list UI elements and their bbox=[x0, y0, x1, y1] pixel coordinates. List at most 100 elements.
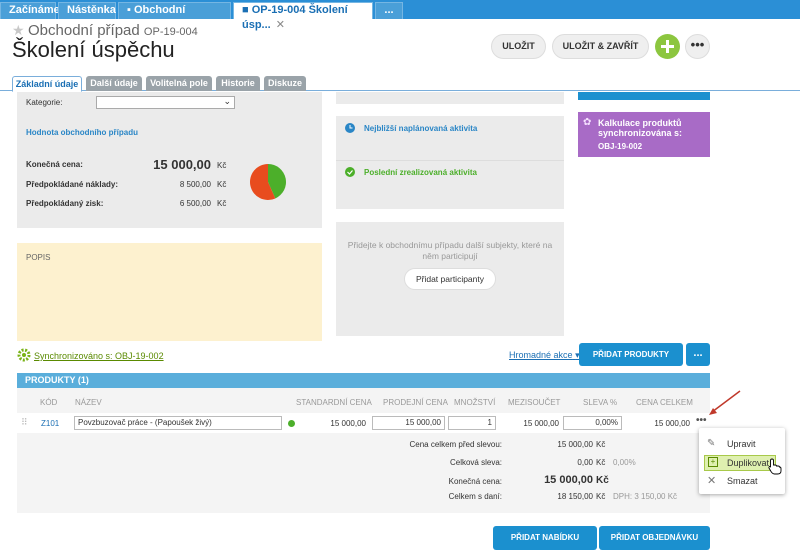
quantity-input[interactable]: 1 bbox=[448, 416, 496, 430]
last-activity-link[interactable]: Poslední zrealizovaná aktivita bbox=[364, 168, 477, 177]
add-offer-button[interactable]: PŘIDAT NABÍDKU bbox=[493, 526, 597, 550]
tab-volitelna-pole[interactable]: Volitelná pole bbox=[146, 76, 212, 91]
costs-profit-pie bbox=[250, 164, 286, 200]
chevron-down-icon: ⌄ bbox=[223, 96, 231, 106]
menu-edit[interactable]: Upravit bbox=[727, 436, 756, 452]
close-icon[interactable]: ✕ bbox=[276, 19, 285, 31]
next-activity-link[interactable]: Nejbližší naplánovaná aktivita bbox=[364, 124, 477, 133]
tab-diskuze[interactable]: Diskuze bbox=[264, 76, 306, 91]
page-title: Školení úspěchu bbox=[12, 37, 175, 62]
tab-historie[interactable]: Historie bbox=[216, 76, 260, 91]
activity-panel: Nejbližší naplánovaná aktivita Poslední … bbox=[336, 116, 564, 209]
plus-icon bbox=[661, 40, 674, 53]
participants-hint: Přidejte k obchodnímu případu další subj… bbox=[347, 240, 553, 261]
expected-profit-label: Předpokládaný zisk: bbox=[26, 199, 104, 208]
currency-label: Kč bbox=[596, 458, 606, 467]
sync-box-code: OBJ-19-002 bbox=[598, 142, 643, 151]
sync-box-title: Kalkulace produktů synchronizována s: bbox=[598, 118, 683, 138]
menu-duplicate[interactable]: Duplikovat bbox=[727, 455, 769, 471]
with-tax-value: 18 150,00 bbox=[557, 492, 593, 501]
col-quantity: MNOŽSTVÍ bbox=[454, 398, 496, 407]
value-heading: Hodnota obchodního případu bbox=[26, 128, 138, 137]
currency-label: Kč bbox=[596, 492, 606, 501]
final-value: 15 000,00 bbox=[544, 474, 593, 486]
more-products-button[interactable]: ... bbox=[686, 343, 710, 366]
bulk-actions-link[interactable]: Hromadné akce ▾ bbox=[509, 350, 580, 361]
tab-dalsi-udaje[interactable]: Další údaje bbox=[86, 76, 142, 91]
folder-icon: ▪ bbox=[127, 4, 131, 16]
col-standard-price: STANDARDNÍ CENA bbox=[296, 398, 372, 407]
sale-price-input[interactable]: 15 000,00 bbox=[372, 416, 445, 430]
pencil-icon: ✎ bbox=[707, 438, 716, 449]
col-subtotal: MEZISOUČET bbox=[508, 398, 561, 407]
clock-icon bbox=[345, 123, 355, 133]
category-label: Kategorie: bbox=[26, 98, 63, 107]
total-discount-value: 0,00 bbox=[577, 458, 593, 467]
annotation-arrow-icon bbox=[709, 390, 741, 415]
sync-link[interactable]: Synchronizováno s: OBJ-19-002 bbox=[34, 351, 164, 361]
ellipsis-icon: ••• bbox=[690, 37, 705, 52]
participants-panel: Přidejte k obchodnímu případu další subj… bbox=[336, 222, 564, 336]
expected-profit-value: 6 500,00 bbox=[179, 199, 211, 208]
check-icon bbox=[345, 167, 355, 177]
currency-label: Kč bbox=[217, 180, 227, 189]
vat-value: DPH: 3 150,00 Kč bbox=[613, 492, 678, 501]
total-value: 15 000,00 bbox=[654, 419, 690, 428]
expected-costs-label: Předpokládané náklady: bbox=[26, 180, 119, 189]
description-panel[interactable]: POPIS bbox=[17, 243, 322, 341]
menu-delete[interactable]: Smazat bbox=[727, 473, 758, 489]
add-order-button[interactable]: PŘIDAT OBJEDNÁVKU bbox=[599, 526, 710, 550]
add-participants-button[interactable]: Přidat participanty bbox=[404, 268, 496, 290]
currency-label: Kč bbox=[596, 475, 609, 486]
col-sale-price: PRODEJNÍ CENA bbox=[383, 398, 448, 407]
description-label: POPIS bbox=[26, 253, 51, 262]
divider bbox=[336, 160, 564, 161]
sync-box[interactable]: ✿ Kalkulace produktů synchronizována s: … bbox=[578, 112, 710, 157]
tab-op-19-004[interactable]: ■ OP-19-004 Školení úsp... ✕ bbox=[233, 2, 373, 31]
tab-zaciname[interactable]: Začínáme bbox=[0, 2, 60, 19]
right-top-strip bbox=[578, 92, 710, 100]
before-discount-value: 15 000,00 bbox=[557, 440, 593, 449]
product-name-input[interactable]: Povzbuzovač práce - (Papoušek živý) bbox=[74, 416, 282, 430]
save-button[interactable]: ULOŽIT bbox=[491, 34, 546, 59]
stock-status-dot bbox=[288, 420, 295, 427]
drag-handle-icon[interactable]: ⠿ bbox=[21, 417, 28, 428]
tab-zakladni-udaje[interactable]: Základní údaje bbox=[12, 76, 82, 92]
col-discount: SLEVA % bbox=[583, 398, 618, 407]
gear-icon: ✿ bbox=[583, 117, 592, 128]
product-code-link[interactable]: Z101 bbox=[41, 419, 59, 428]
briefcase-icon: ■ bbox=[242, 4, 249, 16]
sync-gear-icon bbox=[17, 348, 31, 362]
delete-x-icon: ✕ bbox=[707, 475, 717, 487]
standard-price-value: 15 000,00 bbox=[330, 419, 366, 428]
products-header: PRODUKTY (1) bbox=[17, 373, 710, 388]
currency-label: Kč bbox=[217, 199, 227, 208]
duplicate-icon: + bbox=[708, 457, 718, 467]
expected-costs-value: 8 500,00 bbox=[179, 180, 211, 189]
currency-label: Kč bbox=[596, 440, 606, 449]
add-products-button[interactable]: PŘIDAT PRODUKTY bbox=[579, 343, 683, 366]
total-discount-pct: 0,00% bbox=[613, 458, 636, 467]
final-price-value: 15 000,00 bbox=[153, 157, 211, 172]
discount-input[interactable]: 0,00% bbox=[563, 416, 622, 430]
value-panel: Kategorie: ⌄ Hodnota obchodního případu … bbox=[17, 92, 322, 228]
add-button[interactable] bbox=[655, 34, 680, 59]
hand-cursor-icon bbox=[768, 458, 782, 475]
category-select[interactable]: ⌄ bbox=[96, 96, 235, 109]
tab-obchodni-pripady[interactable]: ▪ Obchodní případy ✕ bbox=[118, 2, 231, 31]
more-actions-button[interactable]: ••• bbox=[685, 34, 710, 59]
activity-top-strip bbox=[336, 92, 564, 104]
currency-label: Kč bbox=[217, 161, 227, 170]
final-label: Konečná cena: bbox=[448, 477, 502, 486]
with-tax-label: Celkem s daní: bbox=[448, 492, 502, 501]
more-tabs-button[interactable]: ... bbox=[375, 2, 403, 19]
col-total: CENA CELKEM bbox=[636, 398, 693, 407]
col-name: NÁZEV bbox=[75, 398, 102, 407]
subtotal-value: 15 000,00 bbox=[523, 419, 559, 428]
tab-nastenka[interactable]: Nástěnka bbox=[58, 2, 116, 19]
before-discount-label: Cena celkem před slevou: bbox=[409, 440, 503, 449]
total-discount-label: Celková sleva: bbox=[449, 458, 502, 467]
products-heading: PRODUKTY (1) bbox=[25, 375, 89, 385]
col-code: KÓD bbox=[40, 398, 58, 407]
save-close-button[interactable]: ULOŽIT & ZAVŘÍT bbox=[552, 34, 649, 59]
